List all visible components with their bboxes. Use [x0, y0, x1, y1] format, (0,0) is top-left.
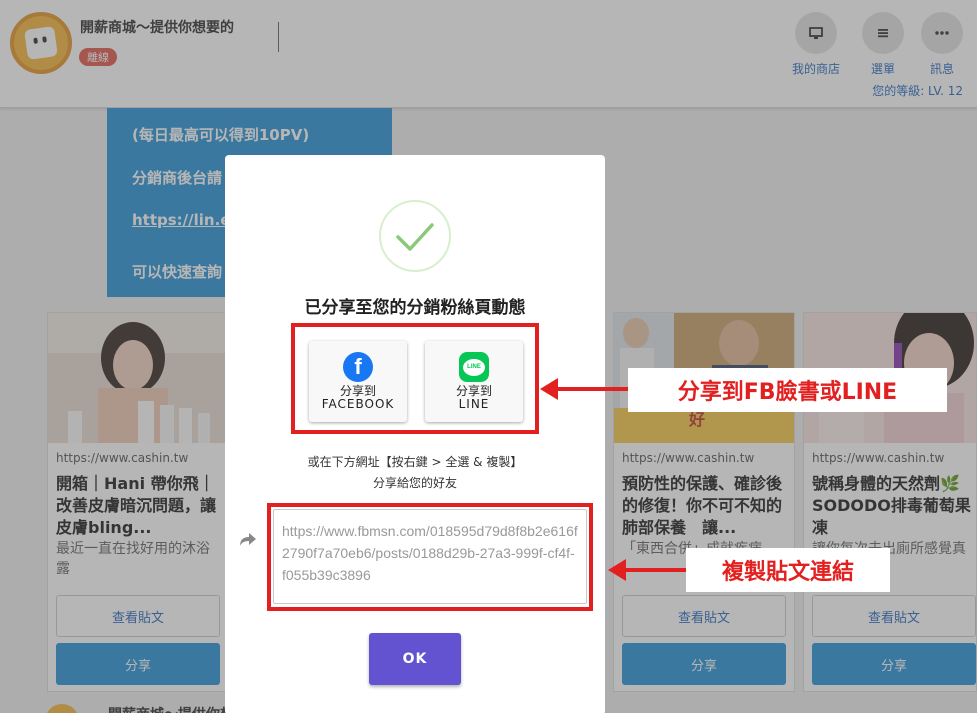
ok-button[interactable]: OK — [369, 633, 461, 685]
line-icon: LINE — [459, 352, 489, 382]
dialog-title: 已分享至您的分銷粉絲頁動態 — [304, 298, 526, 318]
post-link-field[interactable]: https://www.fbmsn.com/018595d79d8f8b2e61… — [273, 509, 587, 604]
share-line-label: LINE — [458, 397, 490, 411]
annotation-copy-label: 複製貼文連結 — [686, 548, 890, 592]
share-arrow-icon — [239, 531, 257, 551]
share-line-button[interactable]: LINE 分享到 LINE — [425, 341, 523, 422]
share-dialog: 已分享至您的分銷粉絲頁動態 f 分享到 FACEBOOK LINE 分享到 LI… — [225, 155, 605, 713]
share-facebook-label: FACEBOOK — [321, 397, 395, 411]
copy-hint: 分享給您的好友 — [372, 476, 457, 490]
share-facebook-button[interactable]: f 分享到 FACEBOOK — [309, 341, 407, 422]
success-check-icon — [379, 200, 451, 272]
annotation-arrow — [608, 559, 686, 581]
copy-hint: 或在下方網址【按右鍵 > 全選 & 複製】 — [307, 455, 523, 469]
annotation-share-label: 分享到FB臉書或LINE — [628, 368, 947, 412]
facebook-icon: f — [343, 352, 373, 382]
annotation-arrow — [540, 378, 628, 400]
line-logo-text: LINE — [463, 358, 485, 376]
